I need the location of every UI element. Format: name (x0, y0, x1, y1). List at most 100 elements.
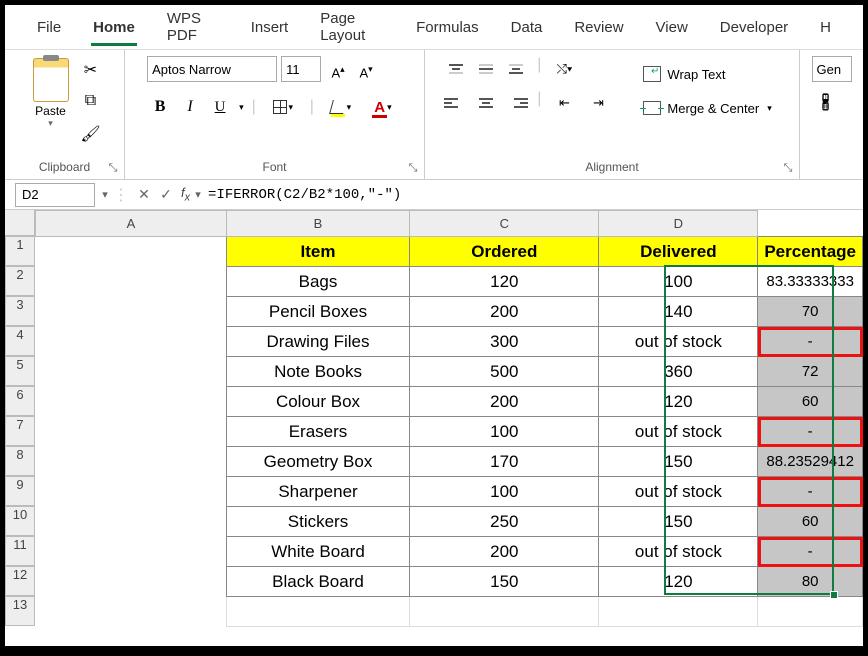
tab-insert[interactable]: Insert (249, 9, 291, 46)
row-header-13[interactable]: 13 (5, 596, 35, 626)
cell[interactable]: Note Books (226, 357, 409, 387)
cell[interactable]: out of stock (599, 327, 758, 357)
cell[interactable]: Stickers (226, 507, 409, 537)
cell[interactable]: 150 (599, 447, 758, 477)
cell[interactable]: out of stock (599, 477, 758, 507)
cell[interactable]: Erasers (226, 417, 409, 447)
name-box-dropdown-icon[interactable]: ▾ (101, 188, 109, 201)
cell[interactable]: Item (226, 237, 409, 267)
cell[interactable]: 170 (410, 447, 599, 477)
cell[interactable] (226, 597, 409, 627)
tab-home[interactable]: Home (91, 9, 137, 46)
align-left-button[interactable] (443, 90, 469, 116)
cell[interactable]: 150 (410, 567, 599, 597)
formula-input[interactable] (202, 185, 863, 205)
cell[interactable]: 60 (758, 387, 863, 417)
cell[interactable]: 140 (599, 297, 758, 327)
cell[interactable]: out of stock (599, 537, 758, 567)
cell[interactable]: 120 (410, 267, 599, 297)
cell[interactable]: Colour Box (226, 387, 409, 417)
cell[interactable]: Geometry Box (226, 447, 409, 477)
cell[interactable]: Sharpener (226, 477, 409, 507)
cell[interactable] (599, 597, 758, 627)
spreadsheet-grid[interactable]: ABCD 1ItemOrderedDeliveredPercentage2Bag… (5, 210, 863, 645)
fill-handle[interactable] (830, 591, 838, 599)
row-header-5[interactable]: 5 (5, 356, 35, 386)
fx-dropdown-icon[interactable]: ▾ (194, 188, 202, 201)
accounting-format-button[interactable]: 🖁 (812, 92, 840, 120)
cell[interactable]: 150 (599, 507, 758, 537)
bold-button[interactable]: B (147, 94, 173, 120)
cell[interactable]: - (758, 477, 863, 507)
cut-button[interactable]: ✂ (79, 60, 103, 84)
align-middle-button[interactable] (473, 56, 499, 82)
cell[interactable]: 200 (410, 297, 599, 327)
align-bottom-button[interactable] (503, 56, 529, 82)
cell[interactable]: 88.23529412 (758, 447, 863, 477)
wrap-text-button[interactable]: Wrap Text (634, 60, 780, 88)
row-header-4[interactable]: 4 (5, 326, 35, 356)
decrease-font-button[interactable]: A▾ (353, 56, 379, 82)
cell[interactable]: Delivered (599, 237, 758, 267)
format-painter-button[interactable]: 🖌 (79, 124, 103, 148)
row-header-12[interactable]: 12 (5, 566, 35, 596)
cell[interactable]: - (758, 417, 863, 447)
row-header-11[interactable]: 11 (5, 536, 35, 566)
cell[interactable]: 100 (410, 477, 599, 507)
select-all-corner[interactable] (5, 210, 35, 236)
row-header-6[interactable]: 6 (5, 386, 35, 416)
tab-file[interactable]: File (35, 9, 63, 46)
cell[interactable]: Black Board (226, 567, 409, 597)
tab-review[interactable]: Review (572, 9, 625, 46)
fx-icon[interactable]: fx (177, 185, 194, 204)
row-header-9[interactable]: 9 (5, 476, 35, 506)
column-header-C[interactable]: C (410, 211, 599, 237)
tab-developer[interactable]: Developer (718, 9, 790, 46)
row-header-10[interactable]: 10 (5, 506, 35, 536)
increase-font-button[interactable]: A▴ (325, 56, 351, 82)
copy-button[interactable]: ⧉ (79, 92, 103, 116)
cell[interactable]: - (758, 327, 863, 357)
cell[interactable]: - (758, 537, 863, 567)
tab-formulas[interactable]: Formulas (414, 9, 481, 46)
orientation-button[interactable]: ⤭▾ (549, 56, 579, 82)
cell[interactable]: 80 (758, 567, 863, 597)
cell[interactable]: 100 (410, 417, 599, 447)
cell[interactable]: 100 (599, 267, 758, 297)
row-header-2[interactable]: 2 (5, 266, 35, 296)
cell[interactable]: Ordered (410, 237, 599, 267)
row-header-3[interactable]: 3 (5, 296, 35, 326)
alignment-dialog-launcher[interactable]: ⤡ (781, 161, 795, 175)
enter-formula-button[interactable]: ✓ (155, 186, 177, 203)
cell[interactable]: 120 (599, 567, 758, 597)
align-right-button[interactable] (503, 90, 529, 116)
cell[interactable]: 500 (410, 357, 599, 387)
tab-page-layout[interactable]: Page Layout (318, 0, 386, 54)
clipboard-dialog-launcher[interactable]: ⤡ (106, 161, 120, 175)
increase-indent-button[interactable]: ⇥ (583, 90, 613, 116)
column-header-B[interactable]: B (226, 211, 409, 237)
cell[interactable]: White Board (226, 537, 409, 567)
column-header-D[interactable]: D (599, 211, 758, 237)
tab-view[interactable]: View (654, 9, 690, 46)
cell[interactable]: 83.33333333 (758, 267, 863, 297)
cell[interactable]: 120 (599, 387, 758, 417)
font-color-button[interactable]: A▾ (364, 94, 402, 120)
cell[interactable]: 200 (410, 387, 599, 417)
cell[interactable]: 250 (410, 507, 599, 537)
tab-wps-pdf[interactable]: WPS PDF (165, 0, 221, 54)
tab-help[interactable]: H (818, 9, 833, 46)
underline-button[interactable]: U (207, 94, 233, 120)
font-name-select[interactable] (147, 56, 277, 82)
font-dialog-launcher[interactable]: ⤡ (406, 161, 420, 175)
cell[interactable]: 360 (599, 357, 758, 387)
cell[interactable] (410, 597, 599, 627)
merge-center-button[interactable]: Merge & Center ▾ (634, 94, 780, 122)
cell[interactable]: 72 (758, 357, 863, 387)
font-size-select[interactable] (281, 56, 321, 82)
cell[interactable]: Bags (226, 267, 409, 297)
row-header-1[interactable]: 1 (5, 236, 35, 266)
align-center-button[interactable] (473, 90, 499, 116)
column-header-A[interactable]: A (36, 211, 227, 237)
cell[interactable]: 200 (410, 537, 599, 567)
